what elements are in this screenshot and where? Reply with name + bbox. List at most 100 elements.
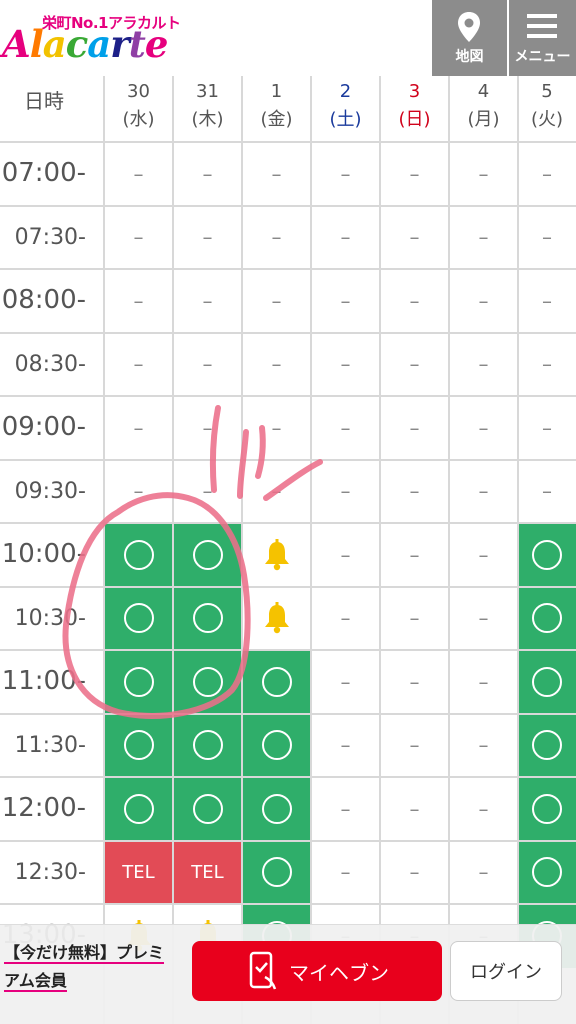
schedule-cell: – xyxy=(311,650,380,714)
schedule-cell: – xyxy=(104,460,173,524)
schedule-cell: – xyxy=(311,777,380,841)
unavailable-dash: – xyxy=(340,288,351,313)
schedule-cell: – xyxy=(311,333,380,397)
column-divider xyxy=(517,76,519,1024)
schedule-cell[interactable] xyxy=(242,777,311,841)
premium-member-promo[interactable]: 【今だけ無料】プレミアム会員 xyxy=(4,939,174,995)
logo-letter: r xyxy=(110,22,129,66)
schedule-cell[interactable] xyxy=(173,777,242,841)
unavailable-dash: – xyxy=(202,288,213,313)
schedule-cell: – xyxy=(449,587,518,651)
schedule-cell: – xyxy=(311,142,380,206)
schedule-cell: – xyxy=(104,269,173,333)
schedule-cell[interactable]: TEL xyxy=(173,840,242,904)
unavailable-dash: – xyxy=(542,415,552,440)
site-logo[interactable]: Alacarte xyxy=(2,22,168,66)
column-divider xyxy=(103,76,105,1024)
schedule-cell: – xyxy=(173,460,242,524)
schedule-cell[interactable] xyxy=(518,777,576,841)
unavailable-dash: – xyxy=(133,479,144,504)
unavailable-dash: – xyxy=(340,796,351,821)
map-pin-icon xyxy=(458,12,480,42)
unavailable-dash: – xyxy=(409,669,420,694)
schedule-cell: – xyxy=(380,269,449,333)
schedule-cell: – xyxy=(449,714,518,778)
day-of-week: (金) xyxy=(260,109,293,130)
unavailable-dash: – xyxy=(542,352,552,377)
unavailable-dash: – xyxy=(202,415,213,440)
unavailable-dash: – xyxy=(340,542,351,567)
day-date: 3 xyxy=(408,81,421,102)
day-header: 2 (土) xyxy=(311,76,380,142)
unavailable-dash: – xyxy=(478,225,489,250)
unavailable-dash: – xyxy=(478,288,489,313)
time-slot-label: 12:30- xyxy=(14,859,86,885)
schedule-cell[interactable] xyxy=(242,523,311,587)
unavailable-dash: – xyxy=(271,415,282,440)
unavailable-dash: – xyxy=(478,542,489,567)
unavailable-dash: – xyxy=(340,733,351,758)
schedule-cell[interactable] xyxy=(104,523,173,587)
tel-label: TEL xyxy=(122,861,155,883)
schedule-cell[interactable] xyxy=(104,713,173,777)
unavailable-dash: – xyxy=(409,860,420,885)
row-divider xyxy=(0,395,576,397)
schedule-cell[interactable] xyxy=(242,650,311,714)
schedule-cell[interactable] xyxy=(104,586,173,650)
schedule-cell[interactable]: TEL xyxy=(104,840,173,904)
schedule-cell[interactable] xyxy=(518,713,576,777)
schedule-cell: – xyxy=(449,333,518,397)
schedule-cell[interactable] xyxy=(242,840,311,904)
schedule-cell: – xyxy=(311,269,380,333)
unavailable-dash: – xyxy=(202,225,213,250)
schedule-cell[interactable] xyxy=(518,840,576,904)
time-slot-label: 08:00- xyxy=(1,285,86,315)
schedule-cell[interactable] xyxy=(518,523,576,587)
row-divider xyxy=(0,522,576,524)
unavailable-dash: – xyxy=(202,479,213,504)
available-circle-icon xyxy=(192,603,223,634)
schedule-cell: – xyxy=(380,650,449,714)
unavailable-dash: – xyxy=(271,288,282,313)
schedule-cell: – xyxy=(449,206,518,270)
time-slot-label: 11:30- xyxy=(14,732,86,758)
schedule-cell: – xyxy=(104,333,173,397)
time-slot-label: 12:00- xyxy=(1,793,86,823)
unavailable-dash: – xyxy=(271,352,282,377)
schedule-cell[interactable] xyxy=(242,713,311,777)
unavailable-dash: – xyxy=(340,161,351,186)
schedule-cell[interactable] xyxy=(242,587,311,651)
bottom-action-bar: 【今だけ無料】プレミアム会員 マイヘブン ログイン xyxy=(0,924,576,1024)
unavailable-dash: – xyxy=(478,161,489,186)
schedule-cell: – xyxy=(449,523,518,587)
day-of-week: (土) xyxy=(329,109,362,130)
unavailable-dash: – xyxy=(542,225,552,250)
schedule-cell: – xyxy=(242,269,311,333)
unavailable-dash: – xyxy=(340,352,351,377)
logo-letter: l xyxy=(29,22,44,66)
schedule-cell: – xyxy=(173,269,242,333)
schedule-cell[interactable] xyxy=(173,713,242,777)
schedule-cell: – xyxy=(104,142,173,206)
map-button[interactable]: 地図 xyxy=(432,0,507,76)
schedule-cell[interactable] xyxy=(518,586,576,650)
schedule-cell[interactable] xyxy=(173,523,242,587)
myheaven-button[interactable]: マイヘブン xyxy=(192,941,442,1001)
unavailable-dash: – xyxy=(409,479,420,504)
schedule-cell: – xyxy=(380,714,449,778)
schedule-cell[interactable] xyxy=(518,650,576,714)
unavailable-dash: – xyxy=(409,352,420,377)
schedule-cell[interactable] xyxy=(104,777,173,841)
available-circle-icon xyxy=(532,603,562,634)
login-button[interactable]: ログイン xyxy=(450,941,562,1001)
menu-button[interactable]: メニュー xyxy=(509,0,576,76)
schedule-cell[interactable] xyxy=(173,650,242,714)
schedule-cell: – xyxy=(380,587,449,651)
day-header: 5 (火) xyxy=(518,76,576,142)
time-slot-label: 08:30- xyxy=(14,351,86,377)
unavailable-dash: – xyxy=(409,415,420,440)
column-divider xyxy=(379,76,381,1024)
schedule-cell[interactable] xyxy=(173,586,242,650)
schedule-cell[interactable] xyxy=(104,650,173,714)
unavailable-dash: – xyxy=(271,225,282,250)
